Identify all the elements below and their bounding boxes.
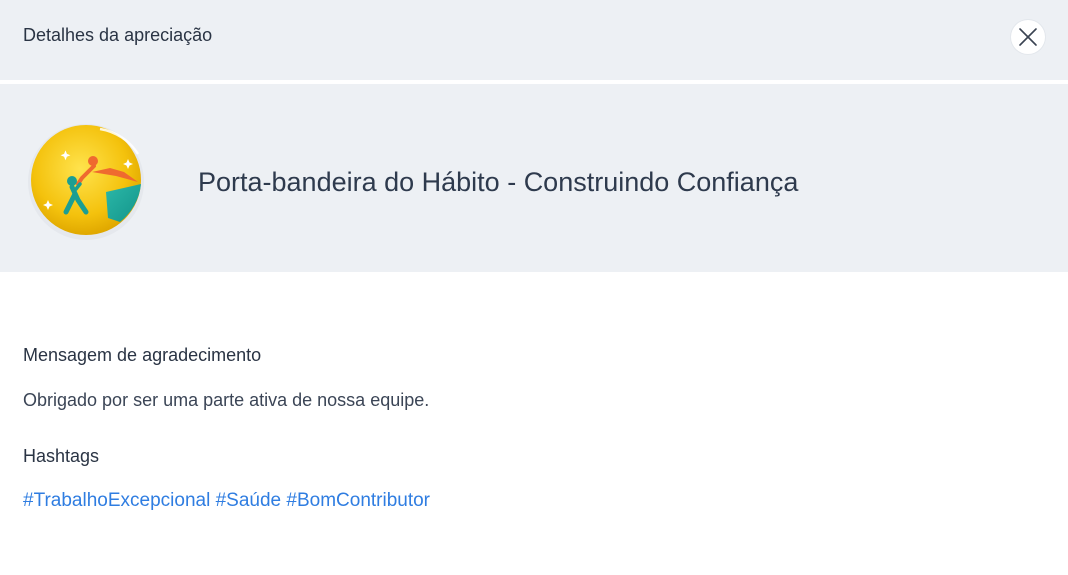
hashtags-label: Hashtags — [23, 446, 100, 466]
message-text: Obrigado por ser uma parte ativa de noss… — [23, 390, 430, 410]
hashtag-list: #TrabalhoExcepcional #Saúde #BomContribu… — [23, 490, 430, 512]
appreciation-details-dialog: Detalhes da apreciação Porta-bandeira do… — [0, 0, 1068, 575]
message-label: Mensagem de agradecimento — [23, 345, 262, 365]
climbing-help-badge-icon — [28, 124, 144, 240]
dialog-header: Detalhes da apreciação — [0, 0, 1068, 80]
hashtag-link[interactable]: #BomContributor — [286, 490, 430, 511]
dialog-title: Detalhes da apreciação — [23, 25, 213, 45]
hashtag-link[interactable]: #TrabalhoExcepcional — [23, 490, 210, 511]
close-icon — [1019, 28, 1037, 46]
hashtag-link[interactable]: #Saúde — [216, 490, 282, 511]
award-title: Porta-bandeira do Hábito - Construindo C… — [198, 167, 799, 197]
award-badge — [20, 114, 150, 249]
award-banner: Porta-bandeira do Hábito - Construindo C… — [0, 84, 1068, 272]
close-button[interactable] — [1011, 20, 1045, 54]
